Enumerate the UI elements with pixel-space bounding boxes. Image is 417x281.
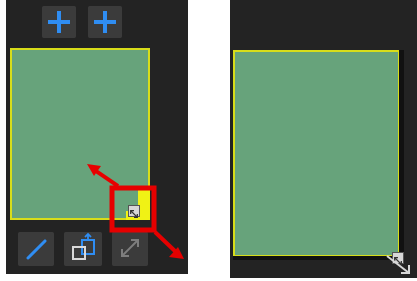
crop-bottom-shadow — [233, 256, 404, 260]
crop-right-shadow — [399, 50, 404, 260]
tutorial-illustration — [0, 0, 417, 281]
resize-handle[interactable] — [128, 205, 140, 218]
expand-icon — [121, 239, 139, 257]
after-panel — [230, 0, 417, 278]
plus-icon — [94, 11, 116, 33]
pen-tool-button[interactable] — [18, 232, 54, 266]
add-button[interactable] — [42, 6, 76, 38]
resize-handle[interactable] — [392, 252, 404, 265]
resize-diagonal-icon — [394, 257, 402, 265]
crop-selection-box[interactable] — [10, 48, 150, 220]
swap-tool-button[interactable] — [64, 232, 102, 266]
plus-icon — [48, 11, 70, 33]
pen-icon — [26, 239, 47, 260]
expand-tool-button[interactable] — [112, 232, 148, 266]
resize-diagonal-icon — [130, 210, 138, 218]
resized-crop-selection-box[interactable] — [233, 50, 400, 257]
before-panel — [6, 0, 188, 274]
swap-icon — [72, 232, 95, 260]
add-secondary-button[interactable] — [88, 6, 122, 38]
